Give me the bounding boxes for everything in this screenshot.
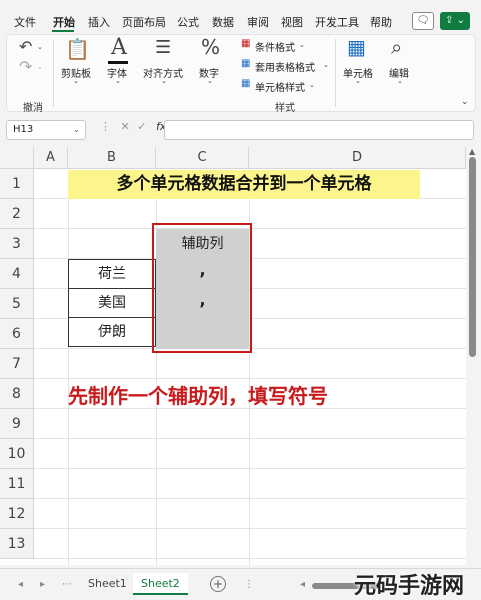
confirm-icon[interactable]: ✓ bbox=[137, 120, 146, 133]
collapse-ribbon-icon[interactable]: ⌄ bbox=[461, 97, 469, 107]
menu-page-layout[interactable]: 页面布局 bbox=[122, 14, 166, 30]
cell-style-dropdown-icon[interactable]: ⌄ bbox=[309, 81, 315, 89]
more-sheets-icon[interactable]: ⋯ bbox=[62, 579, 72, 590]
grid-line bbox=[34, 378, 466, 379]
ribbon: ↶ ⌄ ↷ ⌄ 撤消 📋 剪贴板 ⌄ A 字体 ⌄ ☰ 对齐方式 ⌄ % 数字 … bbox=[6, 34, 476, 114]
row-header[interactable]: 7 bbox=[0, 349, 34, 379]
row-header[interactable]: 5 bbox=[0, 289, 34, 319]
formula-input[interactable] bbox=[164, 120, 474, 140]
watermark: 元码手游网 bbox=[354, 574, 465, 599]
spreadsheet-grid[interactable]: A B C D 1 2 3 4 5 6 7 8 9 10 11 12 13 多个单元格数据合并到一个单元… bbox=[0, 147, 466, 565]
share-button[interactable]: ⇪ ⌄ bbox=[440, 12, 470, 30]
more-icon: ⋮ bbox=[100, 120, 111, 133]
cancel-icon[interactable]: ✕ bbox=[121, 120, 130, 133]
row-header[interactable]: 8 bbox=[0, 379, 34, 409]
vertical-scroll-thumb[interactable] bbox=[469, 157, 476, 357]
grid-line bbox=[34, 438, 466, 439]
row-header[interactable]: 12 bbox=[0, 499, 34, 529]
row-header[interactable]: 1 bbox=[0, 169, 34, 199]
conditional-format-icon: ▦ bbox=[241, 38, 251, 49]
plus-icon: + bbox=[212, 577, 224, 591]
highlight-frame bbox=[152, 223, 252, 353]
cells-icon[interactable]: ▦ bbox=[347, 35, 366, 59]
row-header[interactable]: 4 bbox=[0, 259, 34, 289]
comment-button[interactable]: 🗨 bbox=[412, 12, 434, 30]
redo-dropdown-icon[interactable]: ⌄ bbox=[37, 63, 43, 71]
alignment-dropdown-icon[interactable]: ⌄ bbox=[161, 77, 167, 85]
table-format-button[interactable]: 套用表格格式 bbox=[255, 59, 315, 74]
formula-controls: ⋮ ✕ ✓ fx bbox=[100, 120, 166, 133]
table-format-icon: ▦ bbox=[241, 58, 251, 69]
grid-line bbox=[34, 468, 466, 469]
menu-data[interactable]: 数据 bbox=[212, 14, 234, 30]
share-icon: ⇪ ⌄ bbox=[445, 15, 465, 26]
number-dropdown-icon[interactable]: ⌄ bbox=[207, 77, 213, 85]
edit-dropdown-icon[interactable]: ⌄ bbox=[397, 77, 403, 85]
row-header[interactable]: 11 bbox=[0, 469, 34, 499]
column-header-a[interactable]: A bbox=[34, 147, 68, 169]
menu-formulas[interactable]: 公式 bbox=[177, 14, 199, 30]
menu-file[interactable]: 文件 bbox=[14, 14, 36, 30]
menu-bar: 文件 开始 插入 页面布局 公式 数据 审阅 视图 开发工具 帮助 🗨 ⇪ ⌄ bbox=[0, 0, 481, 32]
conditional-format-button[interactable]: 条件格式 bbox=[255, 39, 295, 54]
menu-help[interactable]: 帮助 bbox=[370, 14, 392, 30]
vertical-scrollbar[interactable]: ▲ bbox=[466, 147, 481, 565]
chevron-down-icon[interactable]: ⌄ bbox=[73, 125, 80, 134]
column-header-b[interactable]: B bbox=[68, 147, 156, 169]
row-header[interactable]: 10 bbox=[0, 439, 34, 469]
grid-line bbox=[34, 498, 466, 499]
styles-group-label: 样式 bbox=[275, 103, 295, 114]
country-cell[interactable]: 美国 bbox=[68, 288, 156, 318]
menu-review[interactable]: 审阅 bbox=[247, 14, 269, 30]
clipboard-dropdown-icon[interactable]: ⌄ bbox=[73, 77, 79, 85]
select-all-corner[interactable] bbox=[0, 147, 34, 169]
grid-line bbox=[34, 528, 466, 529]
prev-sheet-icon[interactable]: ◂ bbox=[18, 579, 23, 590]
redo-icon[interactable]: ↷ bbox=[19, 57, 32, 76]
tab-bar-more-icon[interactable]: ⋮ bbox=[244, 579, 254, 590]
name-box[interactable]: H13 ⌄ bbox=[6, 120, 86, 140]
menu-insert[interactable]: 插入 bbox=[88, 14, 110, 30]
cell-style-icon: ▦ bbox=[241, 78, 251, 89]
cells-dropdown-icon[interactable]: ⌄ bbox=[355, 77, 361, 85]
grid-line bbox=[34, 558, 466, 559]
clipboard-icon[interactable]: 📋 bbox=[65, 37, 90, 61]
row-header[interactable]: 9 bbox=[0, 409, 34, 439]
align-icon[interactable]: ☰ bbox=[155, 37, 171, 58]
sheet-tab-2[interactable]: Sheet2 bbox=[133, 573, 188, 595]
menu-developer[interactable]: 开发工具 bbox=[315, 14, 359, 30]
search-icon[interactable]: ⌕ bbox=[391, 35, 402, 59]
menu-home[interactable]: 开始 bbox=[53, 14, 75, 30]
undo-dropdown-icon[interactable]: ⌄ bbox=[37, 43, 43, 51]
formula-bar: H13 ⌄ ⋮ ✕ ✓ fx bbox=[0, 116, 481, 144]
percent-icon[interactable]: % bbox=[201, 35, 220, 59]
row-header[interactable]: 3 bbox=[0, 229, 34, 259]
scroll-up-icon[interactable]: ▲ bbox=[469, 147, 475, 156]
add-sheet-button[interactable]: + bbox=[210, 576, 226, 592]
column-header-d[interactable]: D bbox=[249, 147, 466, 169]
menu-view[interactable]: 视图 bbox=[281, 14, 303, 30]
row-header[interactable]: 2 bbox=[0, 199, 34, 229]
country-cell[interactable]: 荷兰 bbox=[68, 259, 156, 289]
comment-icon: 🗨 bbox=[416, 15, 430, 26]
cell-style-button[interactable]: 单元格样式 bbox=[255, 79, 305, 94]
row-header[interactable]: 6 bbox=[0, 319, 34, 349]
active-tab-indicator bbox=[52, 30, 74, 32]
sheet-tab-1[interactable]: Sheet1 bbox=[80, 573, 135, 595]
row-header[interactable]: 13 bbox=[0, 529, 34, 559]
column-header-c[interactable]: C bbox=[156, 147, 249, 169]
next-sheet-icon[interactable]: ▸ bbox=[40, 579, 45, 590]
scroll-left-icon[interactable]: ◂ bbox=[300, 579, 305, 590]
undo-icon[interactable]: ↶ bbox=[19, 37, 32, 56]
conditional-format-dropdown-icon[interactable]: ⌄ bbox=[299, 41, 305, 49]
font-color-bar bbox=[108, 61, 128, 64]
undo-group-label: 撤消 bbox=[23, 103, 43, 114]
font-dropdown-icon[interactable]: ⌄ bbox=[115, 77, 121, 85]
country-cell[interactable]: 伊朗 bbox=[68, 317, 156, 347]
cell-ref: H13 bbox=[13, 124, 34, 135]
instruction-note: 先制作一个辅助列，填写符号 bbox=[68, 384, 328, 408]
font-icon[interactable]: A bbox=[111, 35, 127, 60]
title-cell[interactable]: 多个单元格数据合并到一个单元格 bbox=[68, 170, 420, 199]
table-format-dropdown-icon[interactable]: ⌄ bbox=[323, 61, 329, 69]
